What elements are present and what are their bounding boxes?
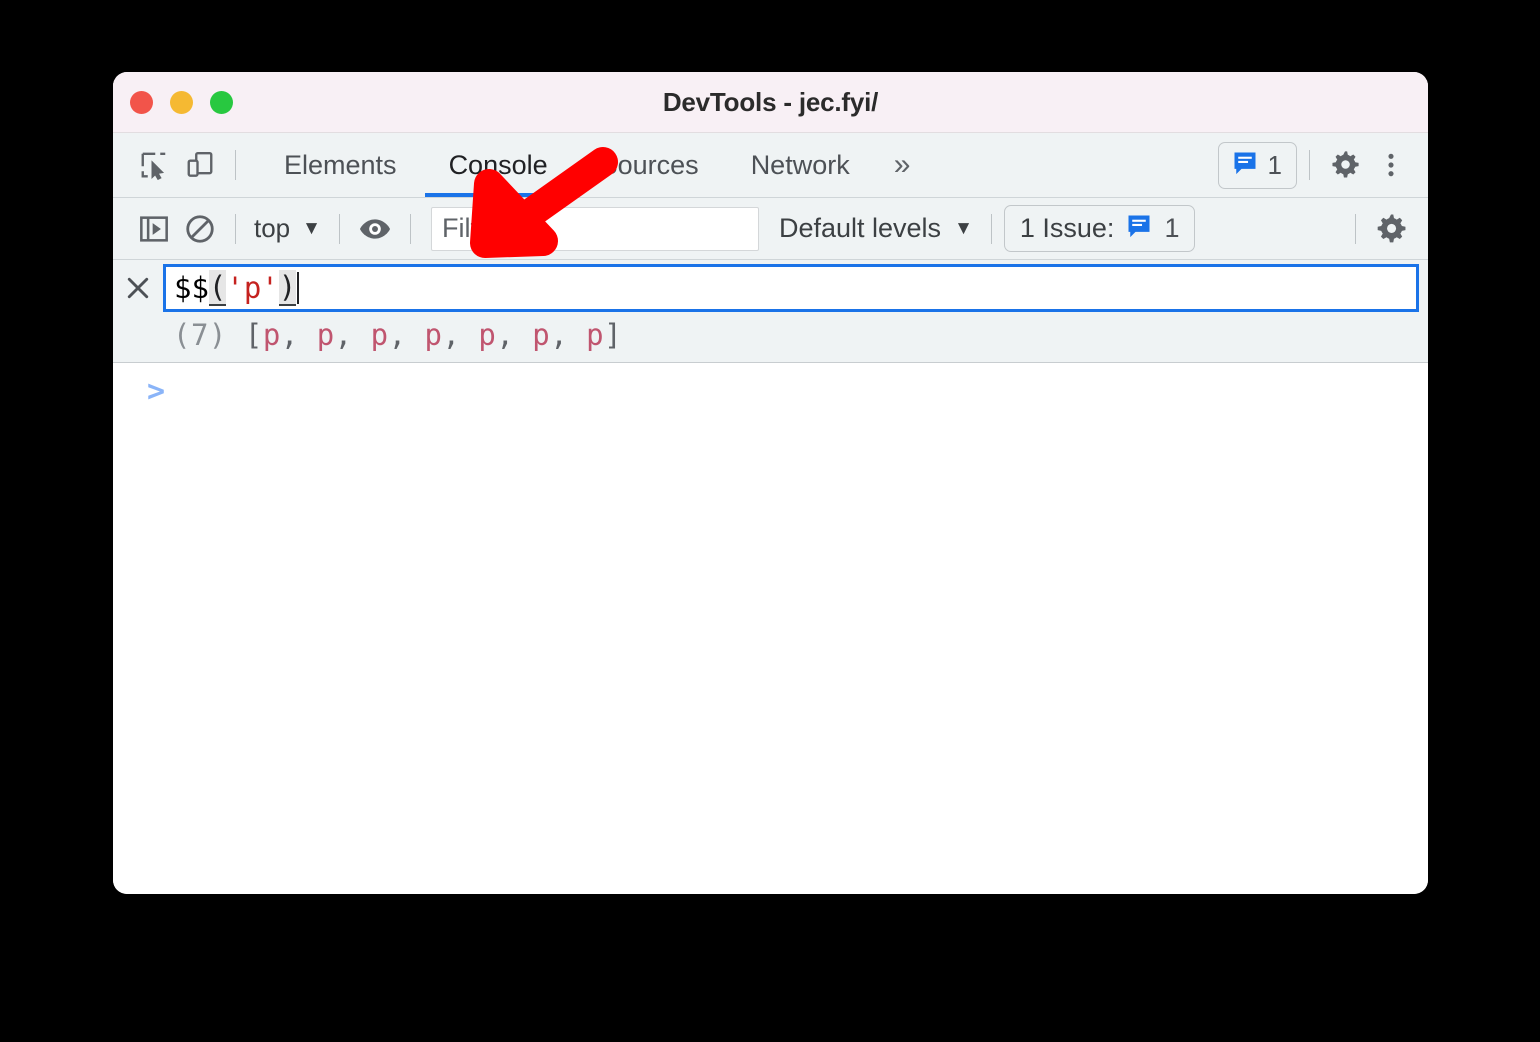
console-toolbar-divider-3 bbox=[409, 213, 411, 244]
result-close-bracket: ] bbox=[604, 318, 623, 352]
live-expression-eye-icon[interactable] bbox=[352, 206, 398, 252]
result-count: (7) bbox=[173, 318, 227, 352]
tab-sources-label: Sources bbox=[599, 149, 699, 180]
console-issues-label: 1 Issue: bbox=[1019, 213, 1115, 243]
prompt-chevron-icon: > bbox=[147, 374, 166, 409]
device-toolbar-icon[interactable] bbox=[177, 142, 223, 188]
tab-elements-label: Elements bbox=[284, 149, 397, 180]
more-tabs-chevron-icon[interactable]: » bbox=[876, 148, 929, 182]
console-eval-group: $$('p') (7) [p, p, p, p, p, p, p] bbox=[113, 260, 1428, 363]
result-sep-5: , bbox=[550, 318, 587, 352]
result-sep-4: , bbox=[496, 318, 533, 352]
tab-elements[interactable]: Elements bbox=[258, 133, 423, 197]
code-token-open-paren: ( bbox=[208, 270, 227, 306]
log-levels-selector[interactable]: Default levels ▼ bbox=[773, 213, 979, 244]
console-result-row: (7) [p, p, p, p, p, p, p] bbox=[113, 316, 1428, 358]
close-icon[interactable] bbox=[113, 273, 163, 303]
console-settings-gear-icon[interactable] bbox=[1368, 206, 1414, 252]
tab-network-label: Network bbox=[750, 149, 850, 180]
console-filter-placeholder: Filter bbox=[441, 213, 502, 243]
code-token-close-paren: ) bbox=[278, 270, 297, 306]
tab-console[interactable]: Console bbox=[423, 133, 574, 197]
tab-console-label: Console bbox=[448, 149, 548, 180]
result-sep-2: , bbox=[388, 318, 425, 352]
settings-gear-icon[interactable] bbox=[1322, 142, 1368, 188]
console-body: $$('p') (7) [p, p, p, p, p, p, p] > bbox=[113, 260, 1428, 894]
chevron-down-icon: ▼ bbox=[302, 218, 321, 239]
console-toolbar-divider-2 bbox=[338, 213, 340, 244]
text-cursor bbox=[297, 272, 300, 304]
console-input-row: $$('p') bbox=[113, 260, 1428, 316]
result-node-2[interactable]: p bbox=[371, 318, 389, 352]
result-node-0[interactable]: p bbox=[263, 318, 281, 352]
tabbar-divider-1 bbox=[235, 150, 236, 180]
console-toolbar-divider-5 bbox=[1355, 213, 1356, 244]
tab-network[interactable]: Network bbox=[725, 133, 876, 197]
code-token-identifier: $$ bbox=[174, 271, 209, 305]
result-node-1[interactable]: p bbox=[317, 318, 335, 352]
console-issues-button[interactable]: 1 Issue: 1 bbox=[1003, 205, 1196, 252]
execution-context-label: top bbox=[254, 213, 291, 243]
issues-badge-button[interactable]: 1 bbox=[1217, 141, 1297, 189]
console-toolbar-divider-1 bbox=[235, 213, 236, 244]
devtools-window: DevTools - jec.fyi/ Elements Console Sou… bbox=[113, 72, 1428, 894]
execution-context-selector[interactable]: top ▼ bbox=[248, 213, 327, 244]
result-sep-0: , bbox=[280, 318, 317, 352]
console-prompt-row[interactable]: > bbox=[113, 363, 1428, 407]
result-sep-3: , bbox=[442, 318, 479, 352]
issue-speech-bubble-icon bbox=[1125, 212, 1153, 245]
window-titlebar: DevTools - jec.fyi/ bbox=[113, 72, 1428, 133]
console-filter-input[interactable]: Filter bbox=[430, 206, 759, 251]
result-sep-1: , bbox=[334, 318, 371, 352]
console-sidebar-icon[interactable] bbox=[131, 206, 177, 252]
clear-console-icon[interactable] bbox=[177, 206, 223, 252]
tab-sources[interactable]: Sources bbox=[574, 133, 725, 197]
console-code-input[interactable]: $$('p') bbox=[163, 264, 1419, 312]
screenshot-root: DevTools - jec.fyi/ Elements Console Sou… bbox=[0, 0, 1540, 1042]
tabbar-divider-2 bbox=[1309, 150, 1310, 180]
traffic-light-group bbox=[130, 90, 233, 114]
panel-tabs: Elements Console Sources Network » bbox=[258, 133, 928, 197]
result-node-4[interactable]: p bbox=[478, 318, 496, 352]
console-issues-count: 1 bbox=[1164, 213, 1180, 243]
minimize-window-button[interactable] bbox=[170, 90, 193, 114]
console-toolbar-right bbox=[1343, 206, 1414, 252]
devtools-tabbar: Elements Console Sources Network » 1 bbox=[113, 133, 1428, 198]
issue-speech-bubble-icon bbox=[1231, 149, 1259, 182]
chevron-down-icon: ▼ bbox=[954, 218, 973, 239]
result-open-bracket: [ bbox=[226, 318, 263, 352]
result-node-6[interactable]: p bbox=[586, 318, 604, 352]
log-levels-label: Default levels bbox=[778, 213, 942, 243]
console-toolbar: top ▼ Filter Default levels ▼ 1 Issue: 1 bbox=[113, 198, 1428, 260]
console-toolbar-divider-4 bbox=[990, 213, 992, 244]
kebab-menu-icon[interactable] bbox=[1368, 142, 1414, 188]
issues-badge-count: 1 bbox=[1267, 149, 1282, 180]
tabbar-right-actions: 1 bbox=[1217, 141, 1414, 189]
code-token-string: 'p' bbox=[226, 271, 279, 305]
result-node-5[interactable]: p bbox=[532, 318, 550, 352]
maximize-window-button[interactable] bbox=[210, 90, 233, 114]
close-window-button[interactable] bbox=[130, 90, 153, 114]
result-node-3[interactable]: p bbox=[424, 318, 442, 352]
window-title: DevTools - jec.fyi/ bbox=[662, 86, 879, 117]
inspect-element-icon[interactable] bbox=[131, 142, 177, 188]
